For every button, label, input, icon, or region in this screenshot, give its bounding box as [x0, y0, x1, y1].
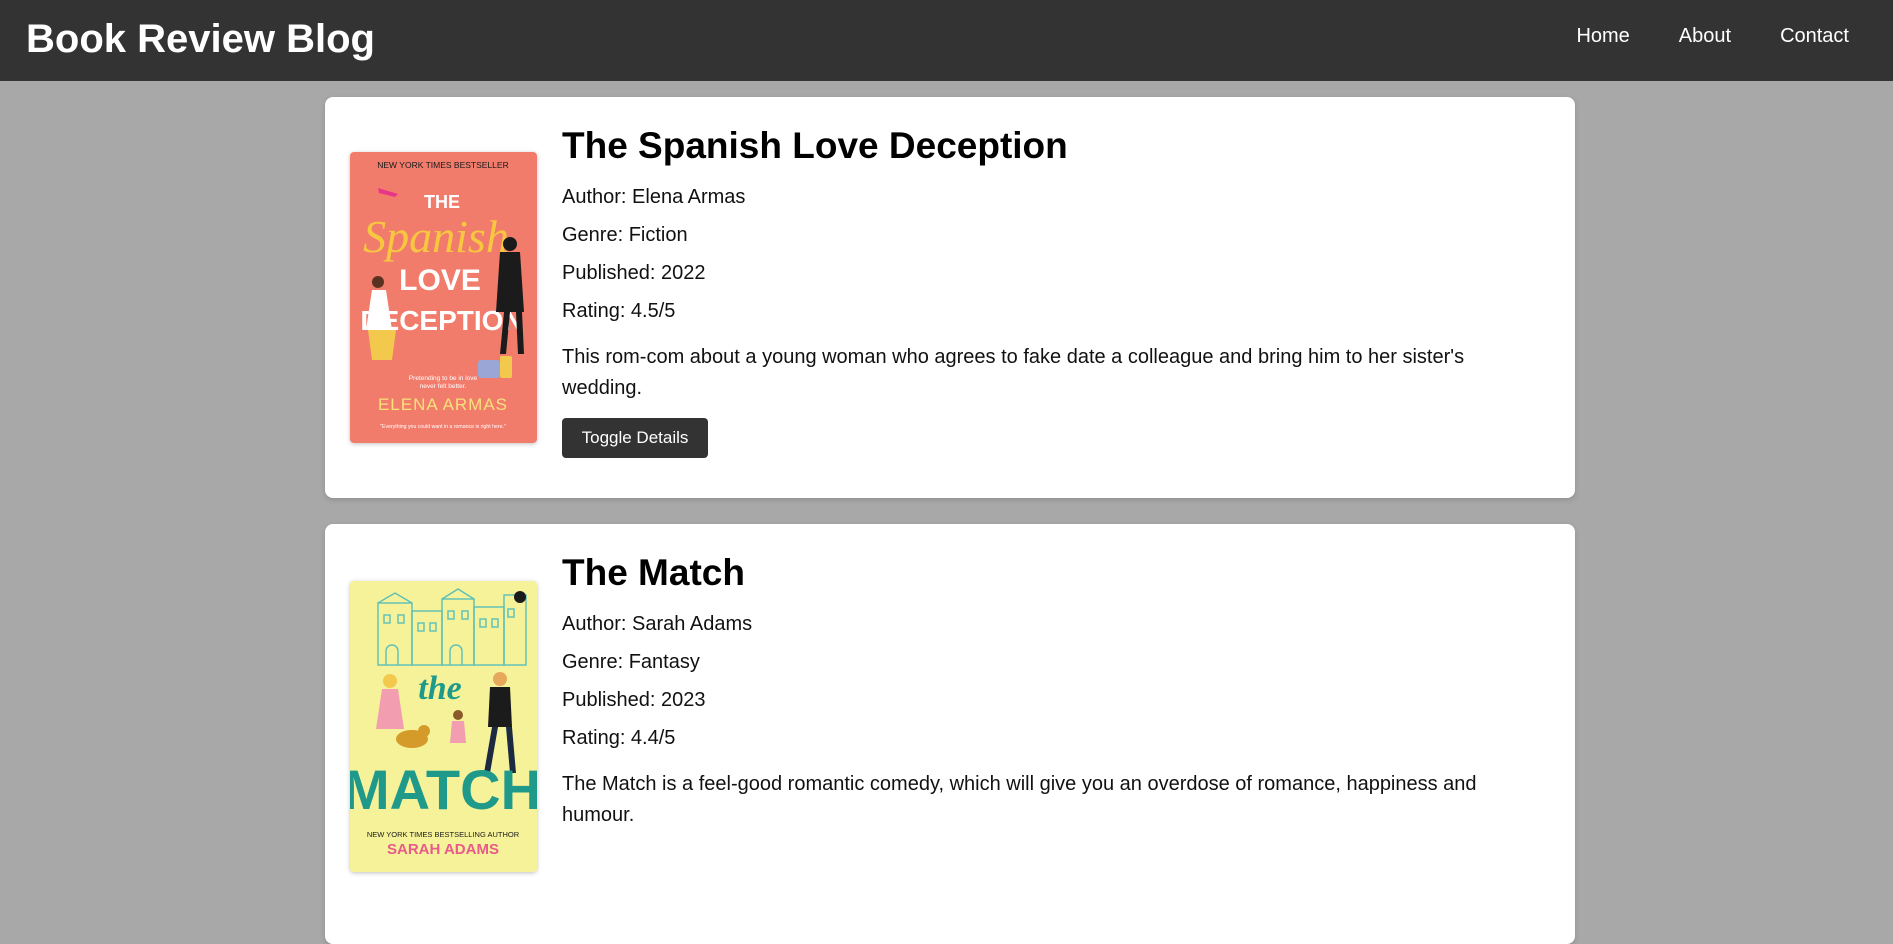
nav-contact-link[interactable]: Contact — [1780, 25, 1849, 48]
book-author: Author: Elena Armas — [562, 186, 746, 208]
nav-home-link[interactable]: Home — [1576, 25, 1629, 48]
svg-text:ELENA ARMAS: ELENA ARMAS — [378, 395, 508, 414]
svg-text:Spanish: Spanish — [363, 211, 509, 262]
site-header: Book Review Blog Home About Contact — [0, 0, 1893, 81]
book-rating: Rating: 4.5/5 — [562, 300, 676, 322]
book-cover-image: the MATCH NEW YORK TIMES BESTSELLING AUT… — [350, 581, 537, 872]
svg-text:SARAH ADAMS: SARAH ADAMS — [387, 841, 499, 858]
svg-text:the: the — [418, 670, 461, 707]
nav-about-link[interactable]: About — [1679, 25, 1731, 48]
svg-text:NEW YORK TIMES BESTSELLER: NEW YORK TIMES BESTSELLER — [377, 160, 508, 170]
book-cover-image: NEW YORK TIMES BESTSELLER THE Spanish LO… — [350, 152, 537, 443]
svg-text:THE: THE — [424, 192, 460, 212]
book-rating: Rating: 4.4/5 — [562, 727, 676, 749]
book-card: the MATCH NEW YORK TIMES BESTSELLING AUT… — [325, 524, 1575, 944]
book-card: NEW YORK TIMES BESTSELLER THE Spanish LO… — [325, 97, 1575, 498]
book-info: The Match Author: Sarah Adams Genre: Fan… — [562, 554, 1522, 845]
svg-text:MATCH: MATCH — [350, 758, 537, 821]
book-title: The Match — [562, 552, 745, 593]
book-summary: The Match is a feel-good romantic comedy… — [562, 773, 1477, 826]
book-published: Published: 2022 — [562, 262, 706, 284]
book-title: The Spanish Love Deception — [562, 125, 1068, 166]
main-nav: Home About Contact — [1527, 25, 1849, 48]
book-published: Published: 2023 — [562, 689, 706, 711]
book-summary: This rom-com about a young woman who agr… — [562, 346, 1465, 399]
svg-text:NEW YORK TIMES BESTSELLING AUT: NEW YORK TIMES BESTSELLING AUTHOR — [367, 830, 520, 839]
toggle-details-button[interactable]: Toggle Details — [562, 418, 708, 458]
svg-text:LOVE: LOVE — [399, 264, 481, 297]
book-author: Author: Sarah Adams — [562, 613, 753, 635]
book-genre: Genre: Fantasy — [562, 651, 700, 673]
svg-text:never felt better.: never felt better. — [420, 383, 467, 390]
book-info: The Spanish Love Deception Author: Elena… — [562, 127, 1522, 458]
svg-text:"Everything you could want in: "Everything you could want in a romance … — [380, 424, 506, 430]
site-title: Book Review Blog — [26, 16, 375, 61]
svg-text:Pretending to be in love: Pretending to be in love — [409, 375, 478, 382]
book-genre: Genre: Fiction — [562, 224, 688, 246]
